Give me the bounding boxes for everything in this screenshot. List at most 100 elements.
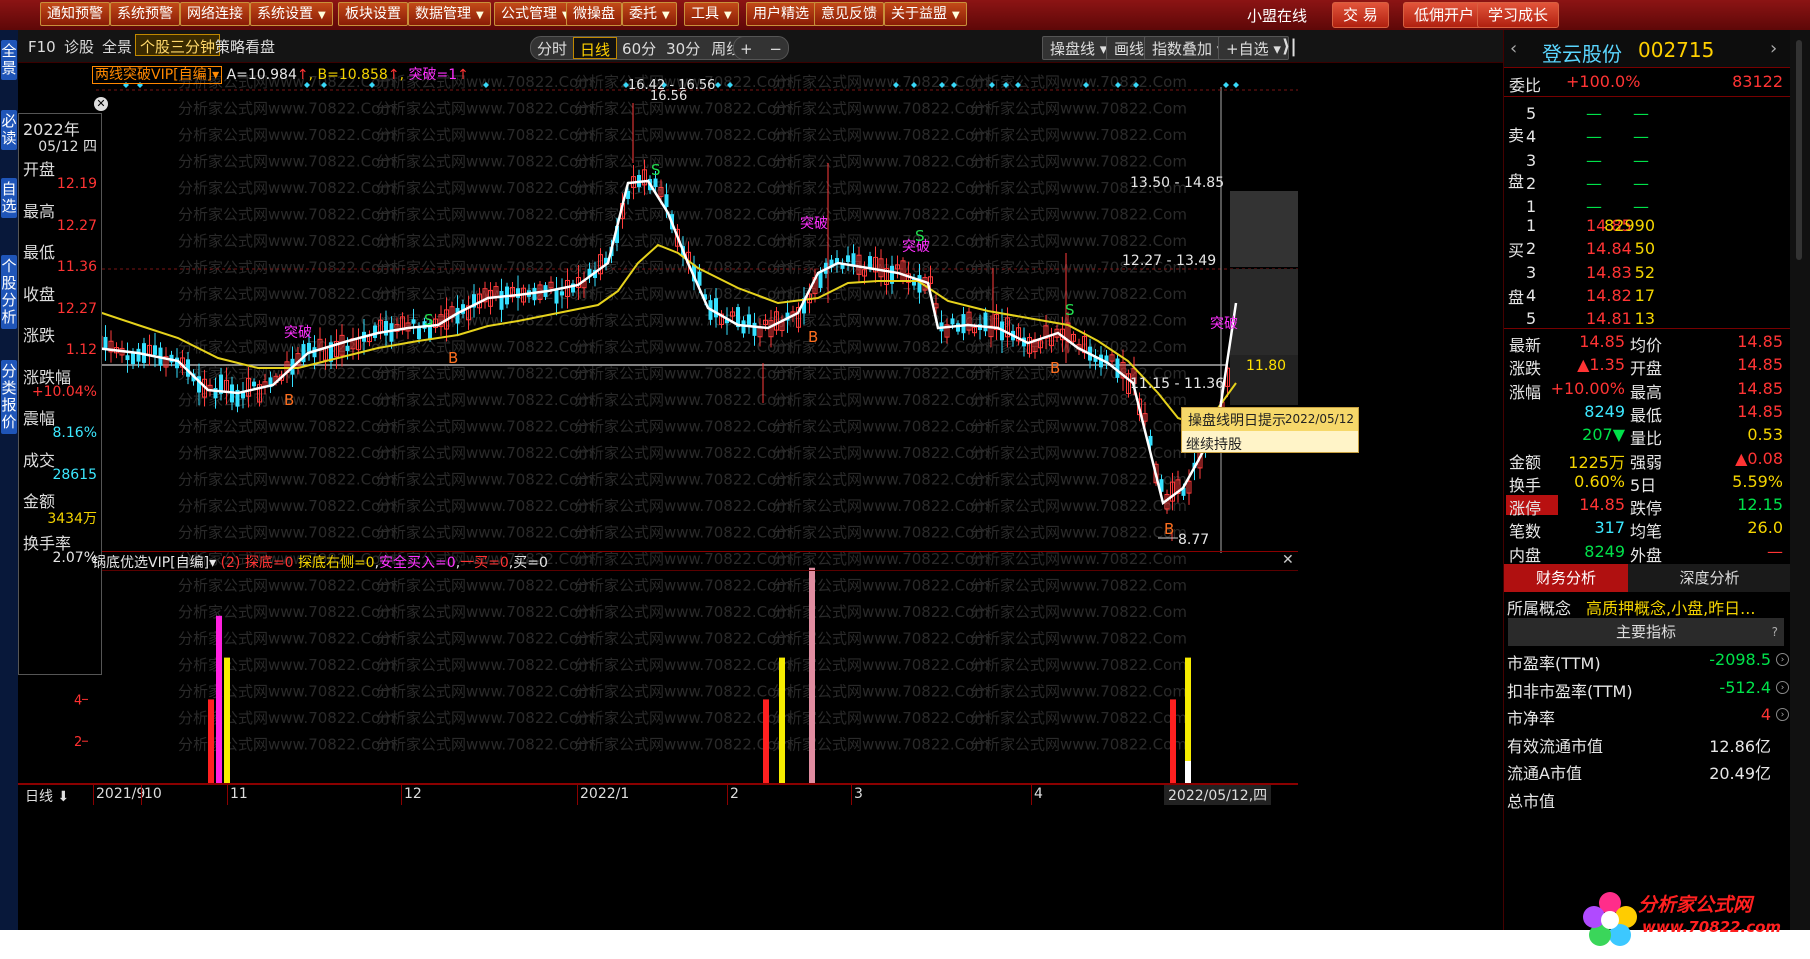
candle-body <box>560 291 564 296</box>
watermark-text: 分析家公式网www.70822.Com <box>376 232 593 250</box>
menu-3[interactable]: 系统设置 ▼ <box>250 2 333 26</box>
side-tab-category[interactable]: 分类报价 <box>1 360 17 434</box>
watermark-text: 分析家公式网www.70822.Com <box>772 683 989 701</box>
watermark-text: 分析家公式网www.70822.Com <box>772 100 989 118</box>
volume-bar <box>216 615 222 783</box>
help-icon[interactable]: ? <box>1772 618 1778 646</box>
side-tab-zixuan[interactable]: 自选 <box>1 178 17 218</box>
range-box <box>1230 269 1298 365</box>
zoom-in-button[interactable]: + <box>740 40 753 58</box>
watermark-text: 分析家公式网www.70822.Com <box>970 73 1187 91</box>
main-index-header[interactable]: 主要指标 ? <box>1508 618 1784 646</box>
watermark-text: 分析家公式网www.70822.Com <box>970 656 1187 674</box>
prev-stock-icon[interactable]: ‹ <box>1510 38 1517 59</box>
detail-icon[interactable]: › <box>1776 680 1789 694</box>
side-label: 买 <box>1508 241 1525 260</box>
menu-10[interactable]: 用户精选 <box>746 2 816 26</box>
indicator-name[interactable]: 两线突破VIP[自编]▾ <box>92 66 223 84</box>
right-scrollbar[interactable] <box>1790 30 1810 930</box>
watermark-text: 分析家公式网www.70822.Com <box>376 709 593 727</box>
tip-date: 2022/05/12 <box>1284 412 1354 426</box>
candle-body <box>956 323 960 332</box>
watermark-text: 分析家公式网www.70822.Com <box>574 206 791 224</box>
menu-4[interactable]: 板块设置 <box>338 2 408 26</box>
x-tick-label: 10 <box>144 786 162 802</box>
menu-8[interactable]: 委托 ▼ <box>622 2 677 26</box>
menu-5[interactable]: 数据管理 ▼ <box>408 2 491 26</box>
open-account-button[interactable]: 低佣开户 <box>1403 2 1486 28</box>
candle-body <box>103 336 108 350</box>
watermark-text: 分析家公式网www.70822.Com <box>970 153 1187 171</box>
x-axis: 日线 ⬇ 2021/9 10 11 12 2022/1 2 3 4 2022/05/12,四 <box>18 784 1298 806</box>
period-fenshi[interactable]: 分时 <box>531 37 573 59</box>
candle-body <box>846 255 850 262</box>
zhengu-tab[interactable]: 诊股 <box>64 36 94 58</box>
side-tab-quanjing[interactable]: 全景 <box>1 40 17 80</box>
trade-button[interactable]: 交 易 <box>1332 2 1389 28</box>
tab-depth[interactable]: 深度分析 <box>1628 564 1791 592</box>
period-60min[interactable]: 60分 <box>617 37 661 59</box>
add-watchlist-button[interactable]: +自选 ▾ <box>1218 36 1289 60</box>
quote-row: 8249 最低 14.85 <box>1584 401 1783 425</box>
menu-7[interactable]: 微操盘 <box>566 2 622 26</box>
quanjing-tab[interactable]: 全景 <box>102 36 132 58</box>
watermark-text: 分析家公式网www.70822.Com <box>970 497 1187 515</box>
scroll-thumb[interactable] <box>1796 40 1802 260</box>
sub-indicator-name[interactable]: 锅底优选VIP[自编]▾ <box>92 555 216 571</box>
buys-row: 1 14.85 82990 <box>1526 216 1655 235</box>
quote-panel: ‹ 登云股份 002715 › 委比 +100.0% 83122 5— — 4— — 3… <box>1503 30 1791 930</box>
candle-body <box>153 345 157 355</box>
f10-tab[interactable]: F10 <box>28 36 56 58</box>
menu-12[interactable]: 关于益盟 ▼ <box>884 2 967 26</box>
menu-0[interactable]: 通知预警 <box>40 2 110 26</box>
period-daily[interactable]: 日线 <box>573 37 618 59</box>
bar-info-box: ✕ 2022年 05/12 四 开盘 12.19 最高 12.27 最低 11.36 收盘 1… <box>18 97 108 675</box>
watermark-text: 分析家公式网www.70822.Com <box>178 656 395 674</box>
strategy-tab[interactable]: 策略看盘 <box>215 36 275 58</box>
candle-body <box>384 320 388 336</box>
y-tick-label: 2 <box>74 735 82 750</box>
watermark-text: 分析家公式网www.70822.Com <box>574 338 791 356</box>
tab-finance[interactable]: 财务分析 <box>1504 564 1628 592</box>
candle-body <box>516 288 520 298</box>
sub-indicator-header: 锅底优选VIP[自编]▾ (2) 探底=0 探底右侧=0,安全买入=0,一买=0… <box>92 555 548 571</box>
watermark-text: 分析家公式网www.70822.Com <box>772 73 989 91</box>
y-tick-label: 4 <box>74 693 82 708</box>
menu-2[interactable]: 网络连接 <box>180 2 250 26</box>
zoom-out-button[interactable]: − <box>769 40 782 58</box>
watermark-text: 分析家公式网www.70822.Com <box>376 259 593 277</box>
sells-row: 5— — <box>1526 104 1649 123</box>
tip-body: 继续持股 <box>1186 437 1242 453</box>
watermark-text: 分析家公式网www.70822.Com <box>772 444 989 462</box>
sub-close-icon[interactable]: ✕ <box>1282 552 1294 568</box>
close-icon[interactable]: ✕ <box>94 97 108 111</box>
watermark-text: 分析家公式网www.70822.Com <box>772 497 989 515</box>
detail-icon[interactable]: › <box>1776 708 1789 721</box>
watermark-text: 分析家公式网www.70822.Com <box>178 444 395 462</box>
period-30min[interactable]: 30分 <box>661 37 705 59</box>
period-selector[interactable]: 日线 ⬇ <box>25 786 69 806</box>
buy-signal-B: B <box>1050 359 1060 377</box>
menu-11[interactable]: 意见反馈 <box>814 2 884 26</box>
quote-row: 换手 0.60% 5日 5.59% <box>1509 471 1783 495</box>
collapse-icon[interactable]: ⟩| <box>1282 36 1297 58</box>
buys-row: 3 14.83 52 <box>1526 262 1655 282</box>
learn-button[interactable]: 学习成长 <box>1477 2 1560 28</box>
caopan-button[interactable]: 操盘线 ▾ <box>1042 36 1116 60</box>
watermark-text: 分析家公式网www.70822.Com <box>376 630 593 648</box>
detail-icon[interactable]: › <box>1776 653 1789 666</box>
logo-url: www.70822.com <box>1642 918 1782 936</box>
side-tab-bidu[interactable]: 必读 <box>1 110 17 150</box>
watermark-text: 分析家公式网www.70822.Com <box>376 656 593 674</box>
side-tab-stock-analysis[interactable]: 个股分析 <box>1 255 17 329</box>
fin-row: 市盈率(TTM) -2098.5 › <box>1504 648 1791 674</box>
watermark-text: 分析家公式网www.70822.Com <box>574 736 791 754</box>
buy-signal-B: B <box>808 328 818 346</box>
next-stock-icon[interactable]: › <box>1770 38 1777 59</box>
menu-1[interactable]: 系统预警 <box>110 2 180 26</box>
info-label: 开盘 <box>23 160 56 179</box>
stock-3min-tab[interactable]: 个股三分钟 <box>135 34 221 56</box>
menu-9[interactable]: 工具 ▼ <box>684 2 739 26</box>
menu-6[interactable]: 公式管理▼ <box>494 2 577 26</box>
watermark-text: 分析家公式网www.70822.Com <box>376 338 593 356</box>
